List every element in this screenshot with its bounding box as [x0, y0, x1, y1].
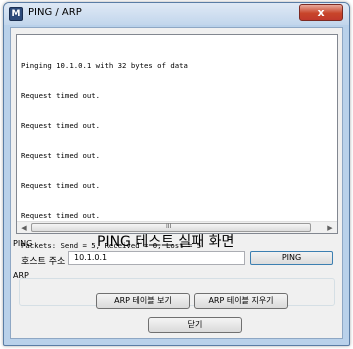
output-line: Request timed out.: [21, 151, 101, 160]
output-line: Request timed out.: [21, 181, 101, 190]
close-button[interactable]: 닫기: [148, 317, 242, 333]
window-title: PING / ARP: [28, 7, 82, 18]
close-window-button[interactable]: x: [299, 4, 343, 21]
ping-button[interactable]: PING: [250, 251, 333, 265]
dialog-body: Pinging 10.1.0.1 with 32 bytes of data R…: [10, 27, 343, 339]
title-bar[interactable]: M PING / ARP x: [4, 3, 349, 25]
host-address-label: 호스트 주소: [21, 257, 66, 267]
output-line: Request timed out.: [21, 91, 101, 100]
output-line: Pinging 10.1.0.1 with 32 bytes of data: [21, 61, 188, 70]
scroll-grip: III: [166, 223, 172, 230]
ping-group-label: PING: [13, 239, 33, 248]
caption-overlay: PING 테스트 실패 화면: [97, 234, 235, 250]
ping-arp-window: M PING / ARP x Pinging 10.1.0.1 with 32 …: [3, 2, 350, 346]
arp-table-clear-button[interactable]: ARP 테이블 지우기: [194, 293, 288, 309]
arp-table-view-button[interactable]: ARP 테이블 보기: [96, 293, 190, 309]
ping-output-box[interactable]: Pinging 10.1.0.1 with 32 bytes of data R…: [16, 34, 338, 250]
scroll-right-icon[interactable]: ▶: [324, 223, 336, 233]
scroll-left-icon[interactable]: ◀: [18, 223, 30, 233]
host-address-input[interactable]: 10.1.0.1: [68, 251, 245, 265]
app-icon: M: [9, 7, 23, 21]
output-line: Request timed out.: [21, 211, 101, 220]
output-line: Request timed out.: [21, 121, 101, 130]
